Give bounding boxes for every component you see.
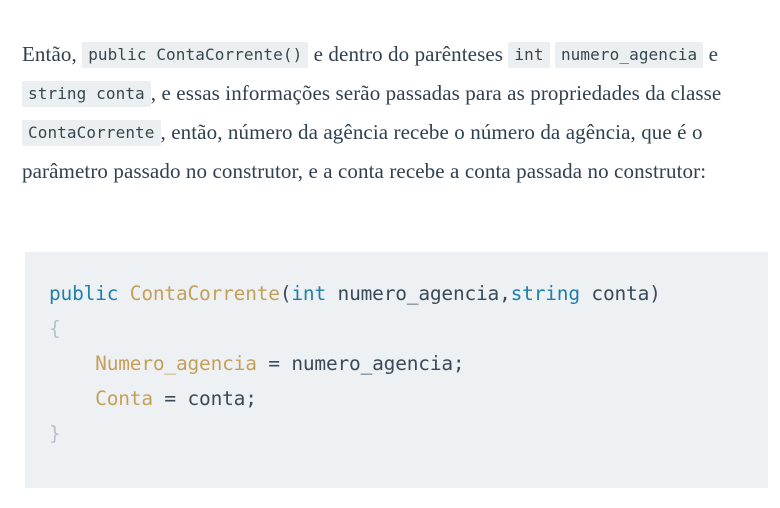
code-snippet: public ContaCorrente(int numero_agencia,… [49, 276, 661, 451]
code-token: = numero_agencia; [256, 352, 465, 375]
paragraph-text-4: e [703, 42, 724, 66]
code-token: string [510, 282, 580, 305]
inline-code-constructor-signature: public ContaCorrente() [82, 42, 309, 68]
code-token: = conta; [152, 387, 257, 410]
inline-code-contacorrente: ContaCorrente [22, 120, 161, 146]
code-token: } [49, 422, 61, 445]
explanation-paragraph: Então, public ContaCorrente() e dentro d… [22, 35, 766, 191]
code-token: Conta [95, 387, 153, 410]
code-token: { [49, 317, 61, 340]
code-token: Numero_agencia [95, 352, 257, 375]
code-token: public [49, 282, 119, 305]
inline-code-numero-agencia: numero_agencia [554, 42, 704, 68]
code-block: public ContaCorrente(int numero_agencia,… [25, 252, 768, 488]
article-page: Então, public ContaCorrente() e dentro d… [0, 0, 780, 508]
paragraph-text-1: Então, [22, 42, 83, 66]
code-token: numero_agencia, [326, 282, 511, 305]
code-token: conta [579, 282, 650, 305]
code-token: int [291, 282, 326, 305]
inline-code-string-conta: string conta [22, 81, 151, 107]
code-token: ContaCorrente [129, 282, 280, 305]
paragraph-text-5: , e essas informações serão passadas par… [150, 81, 727, 105]
code-token: ( [279, 282, 292, 305]
inline-code-int: int [508, 42, 550, 68]
code-token: ) [649, 282, 661, 305]
paragraph-text-2: e dentro do parênteses [308, 42, 509, 66]
